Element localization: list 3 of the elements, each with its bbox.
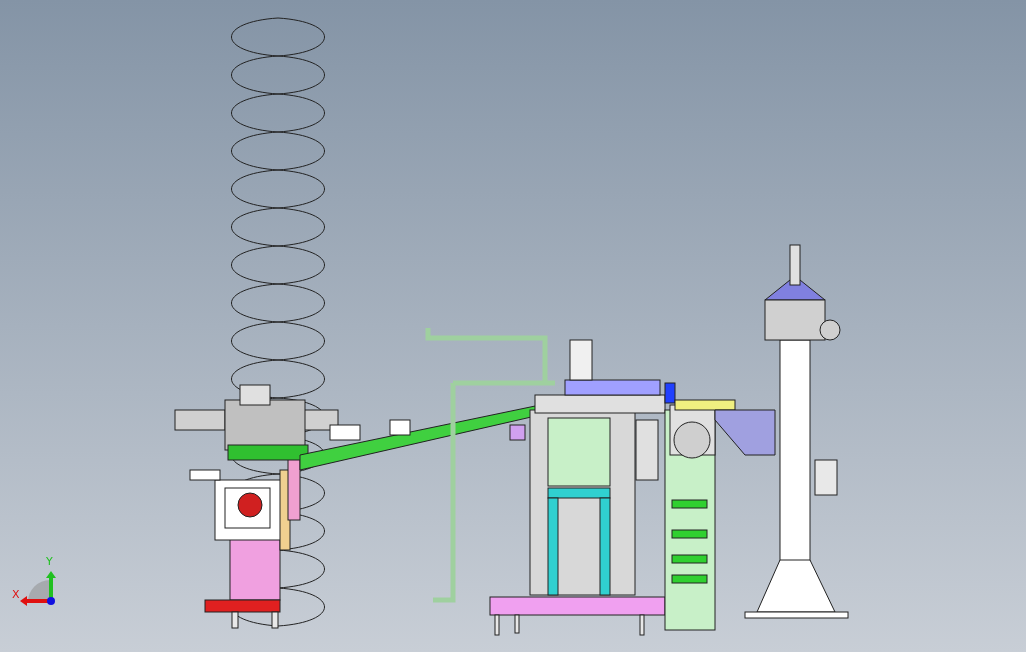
axis-label: X (12, 588, 20, 601)
axis-triad-icon (20, 571, 56, 606)
axis-label: Y (46, 555, 53, 568)
